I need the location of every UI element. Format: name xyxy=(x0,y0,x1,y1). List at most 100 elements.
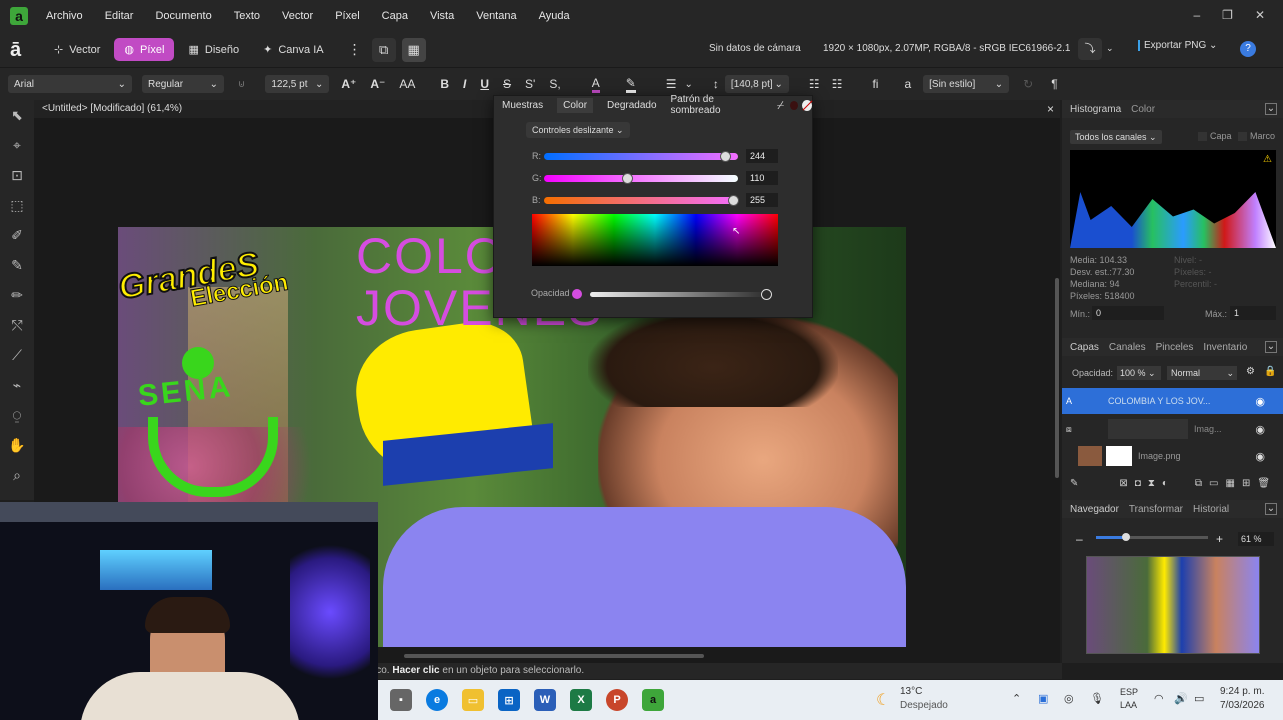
horizontal-scrollbar[interactable] xyxy=(404,654,704,658)
r-value-input[interactable]: 244 xyxy=(746,149,778,163)
strikethrough-button[interactable]: S xyxy=(503,77,511,91)
zoom-slider-track[interactable] xyxy=(1096,533,1208,541)
min-input[interactable]: 0 xyxy=(1092,306,1164,320)
menu-ventana[interactable]: Ventana xyxy=(476,10,516,22)
mask-icon[interactable]: ◘ xyxy=(1135,478,1141,489)
tab-transformar[interactable]: Transformar xyxy=(1129,504,1183,515)
tab-degradado[interactable]: Degradado xyxy=(607,100,656,111)
zoom-in-icon[interactable]: + xyxy=(1216,532,1223,546)
tab-canales[interactable]: Canales xyxy=(1109,342,1146,353)
tab-pinceles[interactable]: Pinceles xyxy=(1156,342,1194,353)
leading-icon[interactable]: ↕ xyxy=(713,77,719,91)
r-knob[interactable] xyxy=(720,150,731,162)
menu-documento[interactable]: Documento xyxy=(155,10,211,22)
layer-row[interactable]: A COLOMBIA Y LOS JOV... ◉ xyxy=(1062,388,1283,414)
pilcrow-icon[interactable]: ¶ xyxy=(1051,77,1057,91)
weather-temp[interactable]: 13°C xyxy=(900,686,922,697)
restore-icon[interactable]: ❐ xyxy=(1222,8,1233,22)
fx-icon[interactable]: ⊠ xyxy=(1119,478,1127,489)
artboard-title-line1[interactable]: COLO xyxy=(356,227,506,285)
panel-chevron-icon[interactable]: ⌄ xyxy=(1265,103,1277,115)
b-value-input[interactable]: 255 xyxy=(746,193,778,207)
superscript-button[interactable]: S' xyxy=(525,77,535,91)
case-button[interactable]: AA xyxy=(399,77,415,91)
text-color-icon[interactable]: A xyxy=(591,76,600,93)
chevron-up-icon[interactable]: ⌃ xyxy=(1012,692,1021,705)
ligature-icon[interactable]: fi xyxy=(872,77,878,91)
marco-checkbox[interactable] xyxy=(1238,132,1247,141)
edit-icon[interactable]: ✎ xyxy=(1070,478,1078,489)
selection-brush-icon[interactable]: ⊡ xyxy=(0,160,34,190)
g-knob[interactable] xyxy=(622,172,633,184)
tab-inventario[interactable]: Inventario xyxy=(1203,342,1247,353)
slider-green[interactable]: G: 110 xyxy=(532,171,802,185)
slider-mode-select[interactable]: Controles deslizante ⌄ xyxy=(526,122,630,138)
g-value-input[interactable]: 110 xyxy=(746,171,778,185)
clone-tool-icon[interactable]: ⤲ xyxy=(0,310,34,340)
weather-desc[interactable]: Despejado xyxy=(900,700,948,711)
eye-icon[interactable]: ◉ xyxy=(1255,450,1265,463)
vertical-scrollbar[interactable] xyxy=(1055,278,1059,478)
layer-opacity-select[interactable]: 100 % ⌄ xyxy=(1117,366,1161,380)
menu-vector[interactable]: Vector xyxy=(282,10,313,22)
add-layer-icon[interactable]: ⊞ xyxy=(1242,478,1250,489)
affinity-icon[interactable]: a xyxy=(642,689,664,711)
subscript-button[interactable]: S, xyxy=(549,77,560,91)
checker-icon[interactable]: ▦ xyxy=(1226,478,1235,489)
menu-vista[interactable]: Vista xyxy=(430,10,454,22)
zoom-slider-knob[interactable] xyxy=(1122,533,1130,541)
clock-date[interactable]: 7/03/2026 xyxy=(1220,700,1265,711)
persona-pixel[interactable]: ◍ Píxel xyxy=(114,38,175,61)
slider-red[interactable]: R: 244 xyxy=(532,149,802,163)
panel-chevron-icon[interactable]: ⌄ xyxy=(1265,503,1277,515)
panel-chevron-icon[interactable]: ⌄ xyxy=(1265,341,1277,353)
grid-icon[interactable]: ▦ xyxy=(401,37,426,62)
italic-button[interactable]: I xyxy=(463,77,466,91)
language-code[interactable]: ESP xyxy=(1120,687,1138,697)
no-color-icon[interactable] xyxy=(802,99,813,111)
zoom-input[interactable]: 61 % xyxy=(1238,532,1274,546)
refresh-icon[interactable]: ↻ xyxy=(1023,77,1033,91)
character-icon[interactable]: a xyxy=(904,77,911,91)
tab-muestras[interactable]: Muestras xyxy=(502,100,543,111)
menu-ayuda[interactable]: Ayuda xyxy=(539,10,570,22)
menu-capa[interactable]: Capa xyxy=(382,10,408,22)
align-left-icon[interactable]: ☰ xyxy=(666,77,677,91)
navigator-preview[interactable] xyxy=(1086,556,1260,654)
close-icon[interactable]: × xyxy=(1047,100,1054,118)
paragraph-style-select[interactable]: [Sin estilo] ⌄ xyxy=(923,75,1010,93)
gear-icon[interactable]: ⚙ xyxy=(1246,366,1255,377)
current-color-swatch[interactable] xyxy=(790,100,799,110)
line-tool-icon[interactable]: ⟋ xyxy=(0,340,34,370)
monitor-icon[interactable]: ▣ xyxy=(1038,692,1048,705)
folder-icon[interactable]: ▭ xyxy=(462,689,484,711)
highlight-icon[interactable]: ✎ xyxy=(625,76,636,93)
volume-icon[interactable]: 🔊 xyxy=(1174,692,1188,705)
store-icon[interactable]: ⊞ xyxy=(498,689,520,711)
tab-color[interactable]: Color xyxy=(557,97,594,113)
r-track[interactable] xyxy=(544,150,738,162)
battery-icon[interactable]: ▭ xyxy=(1194,692,1204,705)
snapping-icon[interactable]: ⤵ xyxy=(1078,38,1102,60)
persona-diseno[interactable]: ▦ Diseño xyxy=(178,38,249,61)
folder-icon[interactable]: ▭ xyxy=(1209,478,1218,489)
blend-mode-select[interactable]: Normal ⌄ xyxy=(1167,366,1237,380)
wifi-icon[interactable]: ◠ xyxy=(1154,692,1164,705)
menu-editar[interactable]: Editar xyxy=(105,10,134,22)
opacity-knob[interactable] xyxy=(761,289,772,300)
stamp-tool-icon[interactable]: ⍜ xyxy=(0,400,34,430)
trash-icon[interactable]: 🗑 xyxy=(1257,478,1270,489)
bold-button[interactable]: B xyxy=(440,77,449,91)
minimize-icon[interactable]: – xyxy=(1193,8,1200,22)
b-track[interactable] xyxy=(544,194,739,206)
adjustment-icon[interactable]: ⧗ xyxy=(1148,478,1155,489)
zoom-out-icon[interactable]: – xyxy=(1076,532,1083,546)
paint-brush-icon[interactable]: ✎ xyxy=(0,250,34,280)
slider-blue[interactable]: B: 255 xyxy=(532,193,802,207)
powerpoint-icon[interactable]: P xyxy=(606,689,628,711)
font-family-select[interactable]: Arial ⌄ xyxy=(8,75,132,93)
export-png-button[interactable]: Exportar PNG ⌄ xyxy=(1138,40,1217,51)
flood-select-icon[interactable]: ✐ xyxy=(0,220,34,250)
tab-historial[interactable]: Historial xyxy=(1193,504,1229,515)
menu-archivo[interactable]: Archivo xyxy=(46,10,83,22)
